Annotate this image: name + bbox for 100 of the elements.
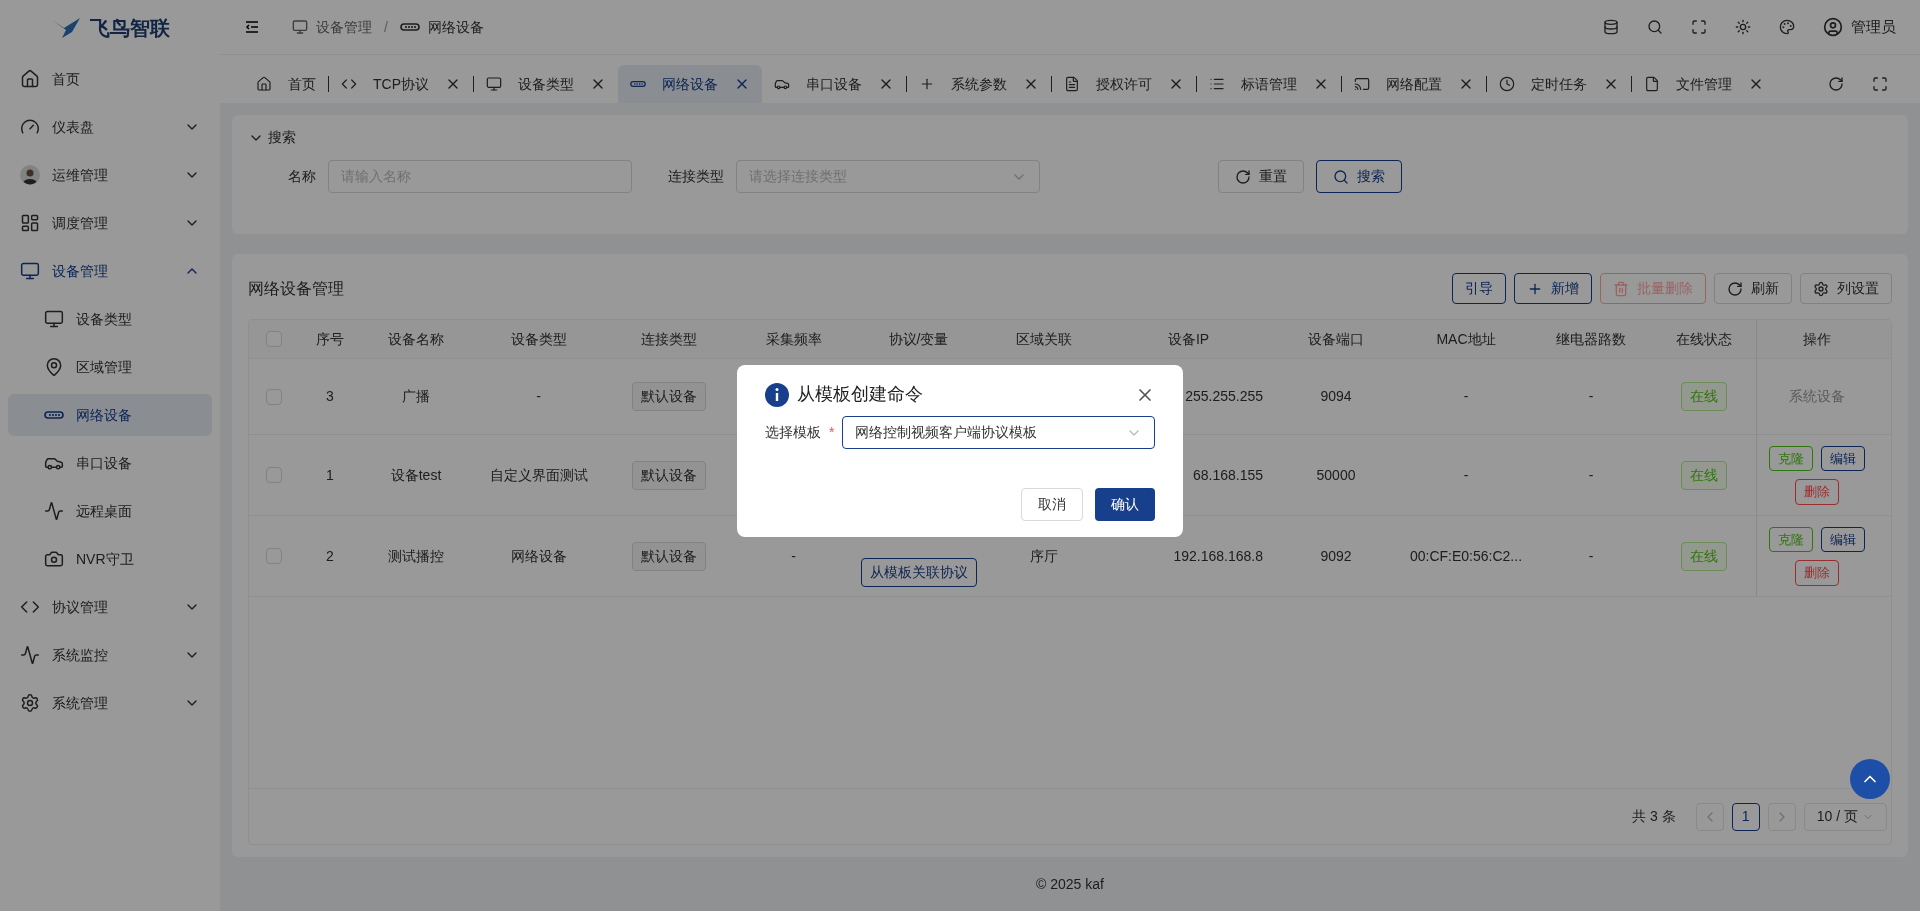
edit-button[interactable]: 编辑: [1820, 445, 1865, 471]
column-header: 序号: [316, 329, 344, 349]
table-cell-text: 3: [326, 387, 334, 406]
type-tag: 默认设备: [631, 460, 706, 490]
toolbar-button[interactable]: 列设置: [1800, 273, 1892, 304]
menu-fold-icon[interactable]: [244, 19, 260, 35]
palette-icon[interactable]: [1779, 19, 1795, 35]
table-cell-text: -: [791, 546, 796, 566]
database-icon[interactable]: [1603, 19, 1619, 35]
edit-button[interactable]: 编辑: [1820, 526, 1865, 552]
table-cell-text: 9094: [1320, 387, 1352, 406]
breadcrumb-item[interactable]: 网络设备: [427, 16, 484, 38]
confirm-button[interactable]: 确认: [1095, 488, 1155, 521]
search-section-title[interactable]: 搜索: [268, 127, 296, 148]
page-tab[interactable]: 网络配置: [1342, 65, 1486, 103]
type-tag: 默认设备: [631, 382, 706, 411]
map-pin-icon: [44, 357, 64, 377]
table-cell-text: 192.168.168.8: [1173, 546, 1264, 566]
user-name[interactable]: 管理员: [1851, 15, 1896, 39]
column-header: 协议/变量: [888, 329, 949, 349]
column-header: 采集频率: [765, 329, 822, 349]
page-tab[interactable]: 系统参数: [907, 65, 1051, 103]
sidebar-subitem[interactable]: NVR守卫: [8, 538, 212, 580]
column-header: 设备类型: [510, 329, 567, 349]
sidebar-item[interactable]: 运维管理: [8, 151, 212, 199]
table-cell-text: 50000: [1316, 465, 1356, 485]
fullscreen-icon[interactable]: [1872, 76, 1888, 92]
table-cell-text: 序厅: [1029, 546, 1058, 566]
sidebar-item[interactable]: 仪表盘: [8, 103, 212, 151]
table-cell-text: -: [1588, 546, 1594, 566]
table-cell-text: 系统设备: [1788, 387, 1845, 406]
reset-button[interactable]: 重置: [1218, 160, 1304, 193]
toolbar-button[interactable]: 新增: [1514, 273, 1592, 304]
column-header: 区域关联: [1015, 329, 1072, 349]
refresh-icon[interactable]: [1828, 76, 1844, 92]
page-number-button[interactable]: 1: [1731, 802, 1760, 831]
table-title: 网络设备管理: [248, 278, 344, 299]
toolbar-button[interactable]: 刷新: [1714, 273, 1792, 304]
toolbar-button[interactable]: 引导: [1452, 273, 1506, 304]
table-cell-text: 测试播控: [388, 546, 444, 566]
sidebar-subitem[interactable]: 远程桌面: [8, 490, 212, 532]
page-tab[interactable]: 授权许可: [1052, 65, 1196, 103]
page-size-select[interactable]: 10 / 页: [1803, 802, 1887, 831]
home-icon: [256, 76, 272, 92]
code-icon: [341, 76, 357, 92]
column-header: MAC地址: [1436, 329, 1496, 349]
sidebar-item[interactable]: 系统管理: [8, 679, 212, 727]
table-cell-text: 255.255.255: [1185, 387, 1264, 406]
table-cell-text: 00:CF:E0:56:C2...: [1409, 546, 1523, 566]
page-tab[interactable]: 串口设备: [762, 65, 906, 103]
search-icon[interactable]: [1647, 19, 1663, 35]
template-select[interactable]: 网络控制视频客户端协议模板: [842, 416, 1155, 449]
sidebar-item[interactable]: 首页: [8, 55, 212, 103]
type-tag: 默认设备: [631, 541, 706, 571]
link-protocol-button[interactable]: 从模板关联协议: [860, 557, 977, 587]
table-cell-text: 设备test: [390, 465, 442, 485]
table-cell-text: -: [536, 387, 541, 406]
sidebar-subitem[interactable]: 区域管理: [8, 346, 212, 388]
breadcrumb-separator: /: [384, 17, 388, 37]
sidebar-item[interactable]: 系统监控: [8, 631, 212, 679]
table-cell-text: -: [1463, 465, 1469, 485]
page-tab[interactable]: 首页: [244, 65, 328, 103]
status-tag: 在线: [1680, 382, 1727, 411]
page-tab[interactable]: 文件管理: [1632, 65, 1776, 103]
page-tab[interactable]: TCP协议: [329, 65, 473, 103]
sun-icon[interactable]: [1735, 19, 1751, 35]
page-tab[interactable]: 定时任务: [1487, 65, 1631, 103]
sidebar-item[interactable]: 设备管理: [8, 247, 212, 295]
page-tab[interactable]: 网络设备: [618, 65, 762, 103]
fullscreen-icon[interactable]: [1691, 19, 1707, 35]
search-button[interactable]: 搜索: [1316, 160, 1402, 193]
reset-icon: [1235, 168, 1251, 185]
table-cell-text: 网络设备: [510, 546, 567, 566]
breadcrumb-item[interactable]: 设备管理: [316, 16, 372, 38]
table-cell-text: -: [1463, 387, 1469, 406]
sidebar-item[interactable]: 协议管理: [8, 583, 212, 631]
table-cell-text: 广播: [402, 387, 430, 406]
sidebar-subitem[interactable]: 串口设备: [8, 442, 212, 484]
file-icon: [1644, 76, 1660, 92]
column-header: 设备名称: [388, 329, 444, 349]
settings-icon: [20, 693, 40, 713]
column-header: 连接类型: [640, 329, 697, 349]
required-mark: *: [829, 423, 835, 442]
sidebar-subitem[interactable]: 网络设备: [8, 394, 212, 436]
plus-icon: [919, 76, 935, 92]
sidebar-item[interactable]: 调度管理: [8, 199, 212, 247]
settings-icon: [1813, 280, 1829, 297]
gauge-icon: [20, 117, 40, 137]
list-icon: [1209, 76, 1225, 92]
page-tab[interactable]: 设备类型: [474, 65, 618, 103]
sidebar-subitem[interactable]: 设备类型: [8, 298, 212, 340]
column-header: 设备IP: [1167, 329, 1210, 349]
table-cell-text: -: [1588, 387, 1594, 406]
document-icon: [1064, 76, 1080, 92]
total-count: 共 3 条: [1632, 807, 1676, 826]
monitor-icon: [44, 309, 64, 329]
user-icon[interactable]: [1823, 17, 1843, 37]
column-header: 操作: [1802, 329, 1831, 349]
cancel-button[interactable]: 取消: [1021, 488, 1083, 521]
page-tab[interactable]: 标语管理: [1197, 65, 1341, 103]
